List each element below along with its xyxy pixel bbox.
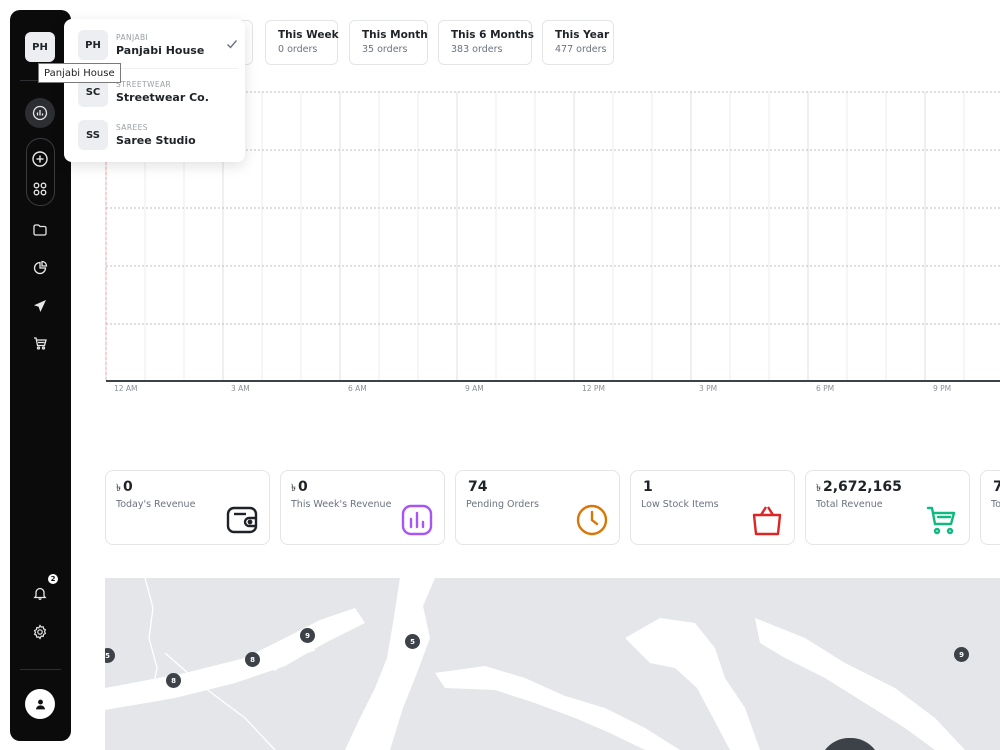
stat-value: 1 bbox=[643, 479, 653, 495]
stat-value: 0 bbox=[122, 479, 133, 495]
cart-icon[interactable] bbox=[25, 328, 55, 358]
store-abbr: SS bbox=[78, 120, 108, 150]
store-abbr: PH bbox=[78, 30, 108, 60]
gear-icon[interactable] bbox=[25, 617, 55, 647]
shopping-bag-icon bbox=[752, 506, 782, 536]
tab-order-count: 383 orders bbox=[451, 44, 503, 55]
store-category: SAREES bbox=[116, 123, 148, 132]
stat-value: 0 bbox=[297, 479, 308, 495]
stat-label: Today's Revenue bbox=[116, 499, 196, 510]
chart-x-tick-label: 9 AM bbox=[465, 384, 484, 393]
tab-title: This Month bbox=[362, 29, 428, 41]
bell-icon[interactable]: 2 bbox=[25, 574, 58, 608]
store-category: STREETWEAR bbox=[116, 80, 172, 89]
stat-label: Pending Orders bbox=[466, 499, 539, 510]
currency-symbol: ৳ bbox=[291, 483, 296, 494]
dashboard-page: PH 2 Panjabi House PH PANJABI Panjabi Ho… bbox=[0, 0, 1000, 750]
stat-label: Low Stock Items bbox=[641, 499, 719, 510]
tab-title: This 6 Months bbox=[451, 29, 534, 41]
user-avatar[interactable] bbox=[25, 689, 55, 719]
sidebar-divider bbox=[20, 669, 61, 670]
cart-icon bbox=[926, 506, 956, 535]
orders-map[interactable]: 5 9 5 8 8 9 bbox=[105, 578, 1000, 750]
store-option-panjabi-house[interactable]: PH PANJABI Panjabi House bbox=[78, 27, 238, 63]
clock-icon bbox=[576, 504, 608, 536]
store-option-saree-studio[interactable]: SS SAREES Saree Studio bbox=[78, 117, 238, 153]
chart-x-tick-label: 6 AM bbox=[348, 384, 367, 393]
tab-title: This Year bbox=[555, 29, 610, 41]
stat-card-pending-orders: 74 Pending Orders bbox=[455, 470, 620, 545]
stat-card-todays-revenue: ৳ 0 Today's Revenue bbox=[105, 470, 270, 545]
tab-this-month[interactable]: This Month 35 orders bbox=[349, 20, 428, 65]
chart-x-tick-label: 3 AM bbox=[231, 384, 250, 393]
map-water bbox=[105, 578, 965, 750]
stat-label: Total Revenue bbox=[816, 499, 883, 510]
tab-this-week[interactable]: This Week 0 orders bbox=[265, 20, 339, 65]
send-icon[interactable] bbox=[25, 291, 55, 321]
pie-chart-icon[interactable] bbox=[25, 253, 55, 283]
stat-value: 7 bbox=[993, 479, 1000, 495]
bar-chart-icon bbox=[401, 504, 433, 536]
store-switcher-button[interactable]: PH bbox=[25, 32, 55, 62]
map-marker[interactable]: 5 bbox=[405, 634, 420, 649]
stat-value: 74 bbox=[468, 479, 488, 495]
map-marker[interactable]: 9 bbox=[300, 628, 315, 643]
chart-x-tick-label: 12 PM bbox=[582, 384, 605, 393]
folder-icon[interactable] bbox=[25, 215, 55, 245]
stat-label: To bbox=[991, 499, 1000, 510]
store-name: Saree Studio bbox=[116, 134, 196, 147]
notification-badge: 2 bbox=[48, 574, 58, 584]
chart-x-tick-label: 9 PM bbox=[933, 384, 952, 393]
stat-label: This Week's Revenue bbox=[291, 499, 392, 510]
map-marker[interactable]: 8 bbox=[166, 673, 181, 688]
plus-icon[interactable] bbox=[25, 144, 55, 174]
currency-symbol: ৳ bbox=[816, 483, 821, 494]
tab-order-count: 35 orders bbox=[362, 44, 408, 55]
store-category: PANJABI bbox=[116, 33, 149, 42]
check-icon bbox=[227, 40, 238, 49]
analytics-icon[interactable] bbox=[25, 98, 55, 128]
sidebar: PH 2 bbox=[10, 10, 71, 741]
stat-card-low-stock: 1 Low Stock Items bbox=[630, 470, 795, 545]
tab-order-count: 477 orders bbox=[555, 44, 607, 55]
map-marker[interactable]: 8 bbox=[245, 652, 260, 667]
stat-card-week-revenue: ৳ 0 This Week's Revenue bbox=[280, 470, 445, 545]
tab-order-count: 0 orders bbox=[278, 44, 318, 55]
stat-card-partial: 7 To bbox=[980, 470, 1000, 545]
store-tooltip: Panjabi House bbox=[38, 63, 121, 83]
store-name: Panjabi House bbox=[116, 44, 205, 57]
store-name: Streetwear Co. bbox=[116, 91, 209, 104]
tab-this-year[interactable]: This Year 477 orders bbox=[542, 20, 614, 65]
apps-grid-icon[interactable] bbox=[25, 174, 55, 204]
stat-value: 2,672,165 bbox=[822, 479, 902, 495]
wallet-icon bbox=[226, 506, 258, 534]
store-dropdown: PH PANJABI Panjabi House SC STREETWEAR S… bbox=[64, 19, 245, 162]
chart-x-tick-label: 6 PM bbox=[816, 384, 835, 393]
chart-x-tick-label: 3 PM bbox=[699, 384, 718, 393]
map-marker[interactable]: 9 bbox=[954, 647, 969, 662]
currency-symbol: ৳ bbox=[116, 483, 121, 494]
tab-this-6-months[interactable]: This 6 Months 383 orders bbox=[438, 20, 534, 65]
tab-title: This Week bbox=[278, 29, 339, 41]
chart-x-tick-label: 12 AM bbox=[114, 384, 138, 393]
stat-card-total-revenue: ৳ 2,672,165 Total Revenue bbox=[805, 470, 970, 545]
